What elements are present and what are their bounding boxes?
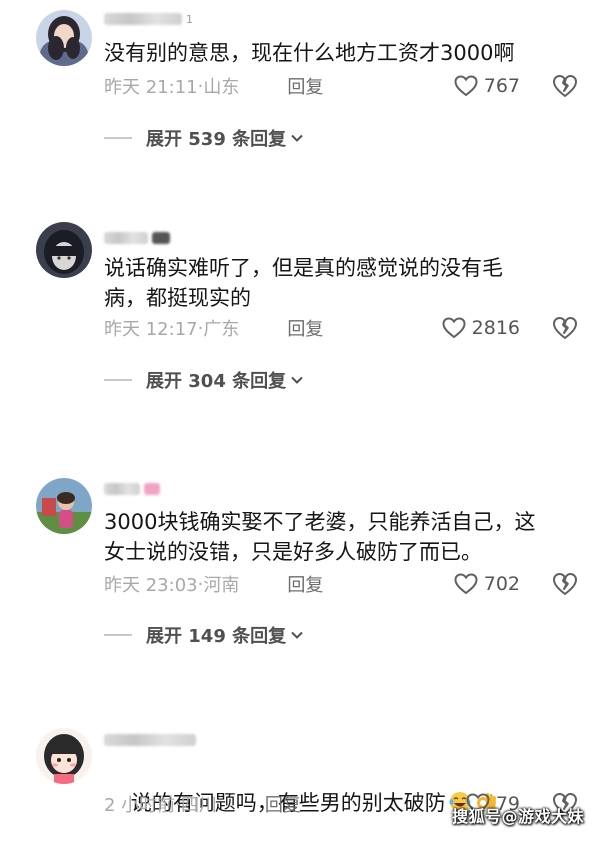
broken-heart-icon <box>553 317 577 339</box>
expand-replies-label: 展开 149 条回复 <box>146 626 287 647</box>
reply-button[interactable]: 回复 <box>287 73 323 99</box>
like-button[interactable]: 767 <box>454 74 520 98</box>
comment-time: 昨天 12:17 <box>104 319 198 340</box>
dislike-button[interactable] <box>552 316 578 340</box>
like-count: 702 <box>483 573 520 595</box>
comment-location: 广东 <box>203 319 240 340</box>
comment-location: 四川 <box>180 795 217 816</box>
watermark: 搜狐号@游戏大妹 <box>451 807 584 826</box>
heart-outline-icon <box>442 317 466 339</box>
comment-meta: 昨天 21:11 · 山东 回复 <box>104 73 323 99</box>
expand-replies-button[interactable]: 展开 304 条回复 <box>104 368 304 392</box>
comment-location: 山东 <box>203 77 240 98</box>
dislike-button[interactable] <box>552 74 578 98</box>
chevron-down-icon <box>291 376 303 384</box>
comment-meta: 昨天 12:17 · 广东 回复 <box>104 315 323 341</box>
chevron-down-icon <box>291 631 303 639</box>
like-count: 767 <box>483 75 520 97</box>
avatar[interactable] <box>36 222 92 278</box>
comment-text: 说话确实难听了，但是真的感觉说的没有毛 病，都挺现实的 <box>104 256 503 310</box>
comment-time: 昨天 23:03 <box>104 575 198 596</box>
avatar[interactable] <box>36 728 92 784</box>
comment-meta: 昨天 23:03 · 河南 回复 <box>104 571 323 597</box>
broken-heart-icon <box>553 573 577 595</box>
divider-line <box>104 137 132 139</box>
expand-replies-button[interactable]: 展开 149 条回复 <box>104 623 304 647</box>
reply-button[interactable]: 回复 <box>265 791 301 817</box>
expand-replies-button[interactable]: 展开 539 条回复 <box>104 126 304 150</box>
like-button[interactable]: 702 <box>454 572 520 596</box>
comment-meta: 2 小时前 · 四川 回复 <box>104 791 301 817</box>
expand-replies-label: 展开 304 条回复 <box>146 371 287 392</box>
comment-text: 没有别的意思，现在什么地方工资才3000啊 <box>104 41 515 65</box>
avatar[interactable] <box>36 478 92 534</box>
comment-time: 昨天 21:11 <box>104 77 198 98</box>
broken-heart-icon <box>553 75 577 97</box>
dislike-button[interactable] <box>552 572 578 596</box>
username[interactable]: 1 <box>104 11 193 27</box>
avatar[interactable] <box>36 10 92 66</box>
reply-button[interactable]: 回复 <box>287 315 323 341</box>
comment-location: 河南 <box>203 575 240 596</box>
comment-time: 2 小时前 <box>104 795 176 816</box>
username[interactable] <box>104 732 196 748</box>
expand-replies-label: 展开 539 条回复 <box>146 129 287 150</box>
like-button[interactable]: 2816 <box>442 316 520 340</box>
user-badge: 1 <box>186 12 193 26</box>
divider-line <box>104 634 132 636</box>
heart-outline-icon <box>454 573 478 595</box>
username[interactable] <box>104 481 160 497</box>
divider-line <box>104 379 132 381</box>
comment-text: 3000块钱确实娶不了老婆，只能养活自己，这 女士说的没错，只是好多人破防了而已… <box>104 510 536 564</box>
username[interactable] <box>104 230 170 246</box>
like-count: 2816 <box>471 317 520 339</box>
reply-button[interactable]: 回复 <box>287 571 323 597</box>
heart-outline-icon <box>454 75 478 97</box>
chevron-down-icon <box>291 134 303 142</box>
